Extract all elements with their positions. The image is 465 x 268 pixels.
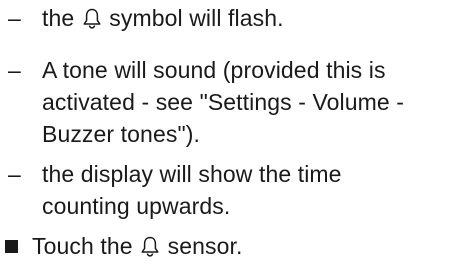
text-line: the display will show the time — [42, 161, 342, 187]
dash-marker: – — [8, 57, 21, 83]
text-line: Buzzer tones"). — [42, 121, 200, 147]
dash-marker: – — [8, 5, 21, 31]
text-before-icon: the — [42, 5, 81, 31]
list-item-text: the display will show the time counting … — [42, 158, 459, 222]
instruction-page: – the symbol will flash. – A tone will s… — [0, 0, 465, 268]
text-line: activated - see "Settings - Volume - — [42, 89, 405, 115]
bell-icon — [82, 7, 102, 29]
text-line: A tone will sound (provided this is — [42, 57, 386, 83]
square-bullet-icon — [5, 240, 18, 253]
list-item: – the display will show the time countin… — [0, 158, 465, 222]
list-item: – A tone will sound (provided this is ac… — [0, 54, 465, 150]
list-item-text: A tone will sound (provided this is acti… — [42, 54, 459, 150]
list-item-text: the symbol will flash. — [42, 2, 459, 34]
text-before-icon: Touch the — [32, 233, 140, 259]
bell-icon — [140, 235, 160, 257]
text-after-icon: sensor. — [161, 233, 243, 259]
instruction-step: Touch the sensor. — [0, 230, 465, 262]
text-line: counting upwards. — [42, 193, 231, 219]
list-item: – the symbol will flash. — [0, 2, 465, 34]
text-after-icon: symbol will flash. — [102, 5, 284, 31]
dash-marker: – — [8, 161, 21, 187]
instruction-text: Touch the sensor. — [32, 230, 459, 262]
